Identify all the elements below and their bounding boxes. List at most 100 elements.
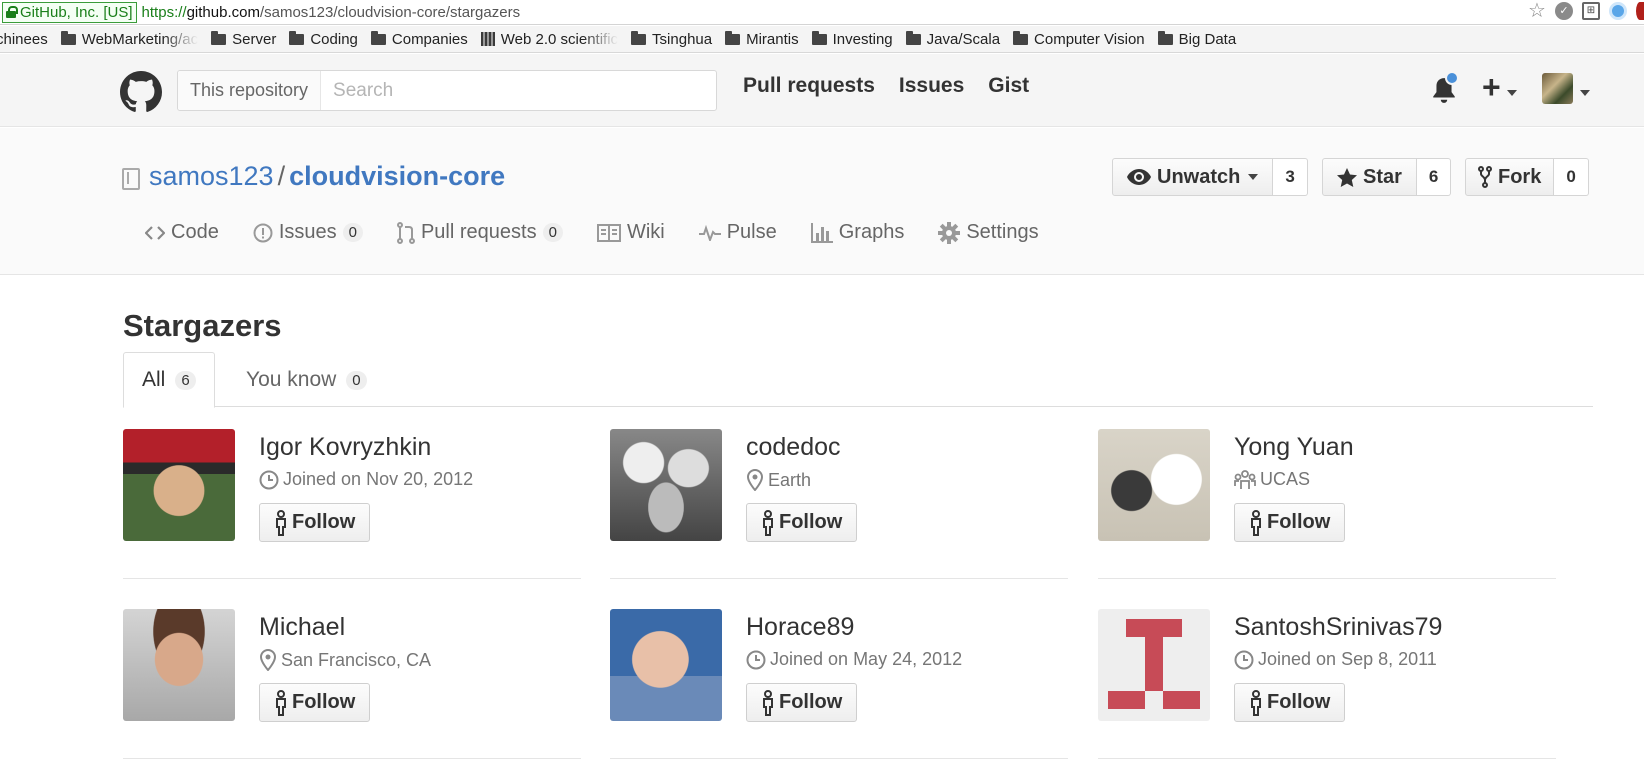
person-icon: [276, 509, 286, 536]
pulls-counter: 0: [542, 223, 563, 242]
page-title: Stargazers: [123, 308, 282, 343]
bookmark-star-icon[interactable]: ☆: [1528, 1, 1546, 21]
tab-pull-requests[interactable]: Pull requests 0: [396, 221, 563, 244]
user-meta-text: UCAS: [1260, 469, 1311, 489]
follow-button[interactable]: Follow: [1234, 503, 1346, 542]
bookmark-item[interactable]: Web 2.0 scientific: [480, 30, 619, 48]
tab-all[interactable]: All 6: [123, 352, 215, 408]
user-name-link[interactable]: Yong Yuan: [1234, 433, 1354, 462]
bookmark-label: Mirantis: [746, 30, 799, 48]
user-avatar[interactable]: [1098, 609, 1210, 721]
unwatch-button[interactable]: Unwatch: [1112, 158, 1274, 196]
bookmark-folder[interactable]: Java/Scala: [905, 30, 1000, 48]
secure-indicator[interactable]: GitHub, Inc. [US]: [2, 1, 137, 23]
tab-settings[interactable]: Settings: [938, 221, 1039, 244]
user-avatar[interactable]: [610, 429, 722, 541]
bookmark-folder[interactable]: Mirantis: [725, 30, 799, 48]
user-name-link[interactable]: codedoc: [746, 433, 841, 462]
bookmark-label: Web 2.0 scientific: [500, 30, 619, 48]
user-avatar[interactable]: [123, 429, 235, 541]
favicon-icon: [480, 32, 495, 46]
watch-count[interactable]: 3: [1273, 158, 1308, 196]
all-counter: 6: [175, 370, 196, 390]
chevron-down-icon: [1248, 174, 1259, 180]
github-logo-icon[interactable]: [120, 71, 162, 113]
fork-count[interactable]: 0: [1554, 158, 1589, 196]
tab-wiki-label: Wiki: [626, 221, 665, 243]
code-icon: [145, 225, 165, 240]
follow-button[interactable]: Follow: [1234, 683, 1346, 722]
follow-button[interactable]: Follow: [259, 503, 371, 542]
nav-issues[interactable]: Issues: [899, 74, 964, 98]
folder-icon: [1013, 30, 1029, 45]
top-nav: Pull requests Issues Gist: [743, 74, 1029, 98]
issue-icon: [253, 223, 273, 242]
bookmark-label: Server: [232, 30, 277, 48]
bookmark-folder[interactable]: Tsinghua: [631, 30, 712, 48]
clock-icon: [259, 470, 279, 489]
follow-button[interactable]: Follow: [259, 683, 371, 722]
fork-button[interactable]: Fork: [1465, 158, 1555, 196]
chevron-down-icon[interactable]: [1507, 90, 1517, 96]
bookmark-folder[interactable]: Big Data: [1157, 30, 1236, 48]
user-meta: Earth: [746, 469, 811, 491]
user-avatar[interactable]: [1098, 429, 1210, 541]
follow-button[interactable]: Follow: [746, 503, 858, 542]
repo-nav: Code Issues 0 Pull requests 0 Wiki Pulse…: [145, 221, 1073, 244]
star-group: Star 6: [1322, 158, 1452, 196]
tab-issues[interactable]: Issues 0: [253, 221, 363, 244]
bookmark-folder[interactable]: Investing: [811, 30, 893, 48]
create-new-icon[interactable]: +: [1482, 69, 1501, 106]
tab-code[interactable]: Code: [145, 221, 219, 244]
url-scheme: https://: [141, 3, 187, 21]
user-avatar[interactable]: [1542, 73, 1573, 104]
secure-label: GitHub, Inc. [US]: [20, 3, 133, 21]
stargazer-tabs: All 6 You know 0: [123, 352, 1593, 408]
user-avatar[interactable]: [123, 609, 235, 721]
nav-pull-requests[interactable]: Pull requests: [743, 74, 875, 98]
url-text[interactable]: https://github.com/samos123/cloudvision-…: [142, 4, 521, 21]
bookmark-folder[interactable]: Computer Vision: [1013, 30, 1145, 48]
repo-owner-link[interactable]: samos123: [149, 161, 274, 191]
bookmark-folder[interactable]: WebMarketing/ac: [60, 30, 198, 48]
user-avatar[interactable]: [610, 609, 722, 721]
tab-wiki[interactable]: Wiki: [596, 221, 665, 244]
extension-box-icon[interactable]: ⊞: [1582, 2, 1600, 20]
stargazer-card: Igor Kovryzhkin Joined on Nov 20, 2012 F…: [123, 429, 581, 579]
location-icon: [746, 469, 764, 491]
follow-button[interactable]: Follow: [746, 683, 858, 722]
stargazer-card: codedoc Earth Follow: [610, 429, 1068, 579]
bookmark-folder[interactable]: Server: [211, 30, 277, 48]
nav-gist[interactable]: Gist: [988, 74, 1029, 98]
user-meta-text: Joined on Sep 8, 2011: [1258, 649, 1437, 669]
tab-graphs[interactable]: Graphs: [810, 221, 905, 244]
user-name-link[interactable]: Horace89: [746, 613, 854, 642]
identicon-block: [1126, 619, 1182, 637]
bookmark-folder[interactable]: Coding: [289, 30, 358, 48]
tab-graphs-label: Graphs: [838, 221, 905, 243]
browser-address-bar[interactable]: GitHub, Inc. [US] https://github.com/sam…: [0, 0, 1644, 25]
user-name-link[interactable]: SantoshSrinivas79: [1234, 613, 1442, 642]
bookmark-label: Coding: [310, 30, 358, 48]
bookmark-folder[interactable]: Companies: [370, 30, 468, 48]
tab-pulse[interactable]: Pulse: [698, 221, 777, 244]
search-input[interactable]: [321, 71, 716, 110]
follow-label: Follow: [779, 511, 843, 533]
extension-icon[interactable]: ✓: [1555, 2, 1573, 20]
star-button[interactable]: Star: [1322, 158, 1417, 196]
follow-label: Follow: [1267, 511, 1331, 533]
bookmark-item[interactable]: chinees: [0, 31, 48, 48]
search-scope-label[interactable]: This repository: [178, 71, 322, 110]
extension-red-icon[interactable]: [1636, 2, 1644, 20]
user-name-link[interactable]: Igor Kovryzhkin: [259, 433, 431, 462]
repo-name-link[interactable]: cloudvision-core: [289, 161, 505, 191]
stargazer-card: Yong Yuan UCAS Follow: [1098, 429, 1556, 579]
chevron-down-icon[interactable]: [1580, 90, 1590, 96]
star-count[interactable]: 6: [1416, 158, 1452, 196]
bookmark-label: Computer Vision: [1034, 30, 1145, 48]
extension-circle-icon[interactable]: [1609, 2, 1627, 20]
tab-you-know[interactable]: You know 0: [228, 352, 385, 408]
user-name-link[interactable]: Michael: [259, 613, 345, 642]
pull-request-icon: [396, 221, 415, 244]
stargazer-card: Horace89 Joined on May 24, 2012 Follow: [610, 609, 1068, 759]
